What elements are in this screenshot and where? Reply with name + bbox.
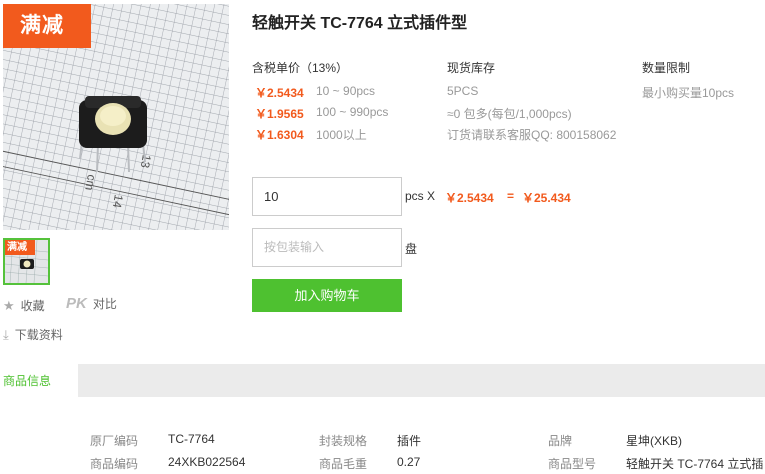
- promo-badge: 满减: [3, 4, 91, 48]
- tier-range: 1000以上: [316, 128, 367, 142]
- stock-quantity: 5PCS: [447, 84, 479, 98]
- limit-header: 数量限制: [642, 61, 691, 75]
- spec-label: 商品毛重: [319, 457, 368, 471]
- svg-text:14: 14: [110, 193, 126, 209]
- tier-range: 10 ~ 90pcs: [316, 84, 376, 98]
- tab-bar: [0, 364, 765, 397]
- stock-packages: ≈0 包多(每包/1,000pcs): [447, 107, 572, 121]
- download-label: 下载资料: [14, 328, 63, 342]
- add-to-cart-button[interactable]: 加入购物车: [252, 279, 402, 312]
- spec-value: 24XKB022564: [168, 455, 246, 469]
- pk-icon: PK: [66, 295, 87, 312]
- spec-value: 星坤(XKB): [626, 434, 683, 448]
- price-header: 含税单价（13%）: [252, 61, 349, 75]
- price-tier: ￥2.5434 10 ~ 90pcs: [255, 84, 375, 101]
- compare-button[interactable]: PK 对比: [66, 295, 117, 312]
- favorite-label: 收藏: [20, 299, 45, 313]
- download-icon: ⤓: [3, 326, 9, 342]
- package-quantity-input[interactable]: 按包装输入: [252, 228, 402, 267]
- compare-label: 对比: [92, 297, 117, 311]
- product-title: 轻触开关 TC-7764 立式插件型: [252, 15, 468, 32]
- tier-price: ￥2.5434: [255, 86, 304, 100]
- price-tier: ￥1.6304 1000以上: [255, 126, 367, 143]
- main-product-image[interactable]: 13 cm 14 满减: [3, 4, 229, 230]
- tier-range: 100 ~ 990pcs: [316, 105, 389, 119]
- thumbnail-promo-badge: 满减: [5, 240, 35, 255]
- spec-label: 原厂编码: [90, 434, 139, 448]
- favorite-button[interactable]: ★ 收藏: [3, 297, 45, 314]
- spec-value: TC-7764: [168, 432, 215, 446]
- tab-product-info[interactable]: 商品信息: [0, 364, 78, 397]
- spec-label: 商品编码: [90, 457, 139, 471]
- quantity-unit: pcs X: [405, 189, 436, 203]
- spec-value: 插件: [397, 434, 422, 448]
- spec-value: 0.27: [397, 455, 421, 469]
- stock-header: 现货库存: [447, 61, 496, 75]
- unit-price: ￥2.5434: [445, 191, 494, 205]
- spec-label: 品牌: [548, 434, 573, 448]
- tier-price: ￥1.6304: [255, 128, 304, 142]
- thumbnail-image[interactable]: 满减: [3, 238, 50, 285]
- svg-text:cm: cm: [82, 173, 99, 191]
- spec-value: 轻触开关 TC-7764 立式插: [626, 457, 764, 471]
- download-datasheet-button[interactable]: ⤓ 下载资料: [3, 326, 63, 343]
- package-unit: 盘: [405, 242, 418, 256]
- price-tier: ￥1.9565 100 ~ 990pcs: [255, 105, 388, 122]
- tier-price: ￥1.9565: [255, 107, 304, 121]
- spec-label: 封装规格: [319, 434, 368, 448]
- spec-label: 商品型号: [548, 457, 597, 471]
- star-icon: ★: [3, 297, 15, 313]
- total-price: ￥25.434: [522, 191, 571, 205]
- equals-sign: =: [507, 189, 515, 203]
- quantity-input[interactable]: 10: [252, 177, 402, 216]
- stock-contact: 订货请联系客服QQ: 800158062: [447, 128, 617, 142]
- minimum-order: 最小购买量10pcs: [642, 86, 735, 100]
